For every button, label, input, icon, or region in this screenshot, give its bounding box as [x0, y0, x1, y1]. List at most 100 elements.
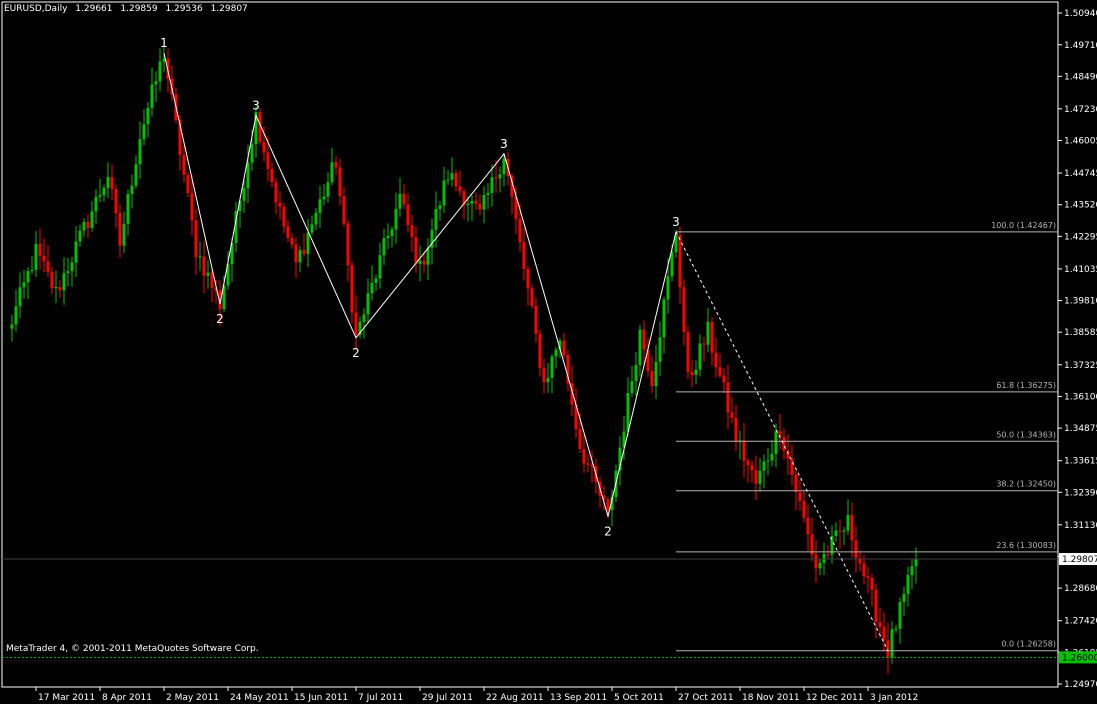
candle-body — [146, 107, 150, 125]
y-tick-label: 1.49710 — [1064, 41, 1097, 51]
candle-body — [398, 193, 402, 209]
candle-body — [26, 271, 30, 283]
high-price: 1.29859 — [120, 4, 158, 14]
candle-body — [678, 234, 682, 288]
candle-body — [30, 269, 34, 272]
candle-body — [806, 517, 810, 535]
candle-body — [130, 185, 134, 194]
candle-body — [438, 205, 442, 209]
candle-body — [422, 260, 426, 265]
candle-body — [346, 223, 350, 265]
close-price: 1.29807 — [210, 4, 248, 14]
candle-body — [318, 199, 322, 213]
candle-body — [246, 162, 250, 189]
candle-body — [846, 515, 850, 531]
candle-body — [906, 575, 910, 594]
candle-body — [362, 314, 366, 322]
candle-body — [50, 271, 54, 289]
candle-body — [122, 223, 126, 246]
candle-body — [582, 449, 586, 464]
low-price: 1.29536 — [165, 4, 203, 14]
wave-label: 3 — [500, 137, 508, 151]
y-tick-label: 1.44745 — [1064, 169, 1097, 179]
candle-body — [326, 182, 330, 197]
candle-body — [190, 192, 194, 221]
wave-label: 3 — [252, 99, 260, 113]
candle-body — [294, 244, 298, 263]
y-tick-label: 1.43520 — [1064, 201, 1097, 211]
candle-body — [314, 212, 318, 225]
x-tick-label: 5 Oct 2011 — [614, 693, 664, 703]
candle-body — [134, 164, 138, 186]
symbol-label: EURUSD,Daily — [4, 4, 68, 14]
candle-body — [710, 321, 714, 353]
candle-body — [390, 229, 394, 236]
candle-body — [502, 158, 506, 175]
candle-body — [330, 162, 334, 183]
chart-window[interactable]: 1.50940 1.49710 1.48490 1.47230 1.46005 1.447… — [0, 0, 1097, 704]
x-tick-label: 27 Oct 2011 — [678, 693, 734, 703]
candle-body — [790, 458, 794, 475]
wave-line[interactable] — [163, 52, 677, 519]
wave-label: 1 — [160, 36, 168, 50]
candle-body — [526, 268, 530, 289]
candle-body — [670, 252, 674, 277]
copyright-label: MetaTrader 4, © 2001-2011 MetaQuotes Sof… — [6, 644, 259, 654]
x-tick-label: 2 May 2011 — [166, 693, 219, 703]
candle-body — [434, 208, 438, 230]
candle-body — [746, 460, 750, 466]
y-tick-label: 1.38585 — [1064, 328, 1097, 338]
candles — [10, 45, 918, 674]
candle-body — [334, 162, 338, 168]
candle-body — [834, 530, 838, 537]
candle-body — [410, 224, 414, 237]
candle-body — [838, 530, 842, 532]
candle-body — [550, 356, 554, 378]
candle-body — [446, 179, 450, 181]
x-tick-label: 3 Jan 2012 — [870, 693, 918, 703]
candle-body — [554, 349, 558, 357]
candle-body — [274, 182, 278, 203]
candle-body — [586, 463, 590, 465]
candle-body — [474, 200, 478, 204]
candle-body — [850, 515, 854, 541]
candle-body — [802, 500, 806, 518]
candle-body — [634, 365, 638, 382]
candle-body — [82, 221, 86, 231]
candle-body — [418, 260, 422, 264]
candle-body — [486, 193, 490, 195]
candle-body — [266, 152, 270, 169]
candle-body — [66, 271, 70, 274]
candle-body — [682, 287, 686, 332]
candle-body — [546, 377, 550, 383]
candle-body — [534, 305, 538, 334]
fib-level-label: 23.6 (1.30083) — [996, 541, 1056, 550]
candle-body — [366, 293, 370, 315]
x-tick-label: 12 Dec 2011 — [806, 693, 864, 703]
candle-body — [374, 278, 378, 283]
candle-body — [298, 250, 302, 263]
y-tick-label: 1.42295 — [1064, 232, 1097, 242]
candle-body — [14, 306, 18, 325]
candle-body — [626, 393, 630, 432]
candle-body — [102, 187, 106, 196]
candle-body — [186, 174, 190, 193]
candle-body — [902, 593, 906, 603]
candle-body — [666, 276, 670, 300]
candle-body — [302, 250, 306, 254]
candle-body — [250, 144, 254, 163]
candle-body — [498, 174, 502, 179]
candle-body — [862, 563, 866, 577]
wave-label: 2 — [216, 312, 224, 326]
candle-body — [262, 142, 266, 153]
candle-body — [606, 499, 610, 511]
y-tick-label: 1.33615 — [1064, 457, 1097, 467]
price-chart[interactable]: 1.50940 1.49710 1.48490 1.47230 1.46005 1.447… — [0, 0, 1097, 704]
candle-body — [402, 193, 406, 205]
candle-body — [38, 243, 42, 256]
candle-body — [866, 576, 870, 578]
candle-body — [750, 465, 754, 471]
y-tick-label: 1.48490 — [1064, 72, 1097, 82]
candle-body — [78, 230, 82, 242]
candle-body — [370, 282, 374, 294]
